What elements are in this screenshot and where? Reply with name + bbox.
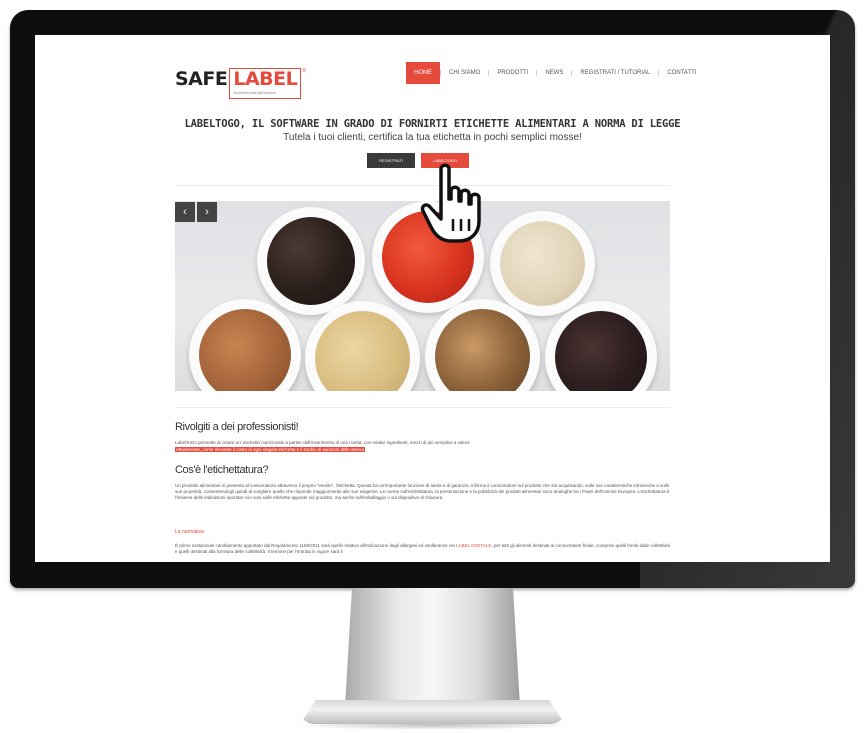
bowl-content <box>500 221 585 306</box>
logo-tagline: Nutriveterina Alimentare <box>233 90 277 95</box>
divider <box>175 407 670 408</box>
bowl-content <box>315 311 410 391</box>
bowl-content <box>555 311 647 391</box>
highlight-text: Attualmente, come rilevante il costo di … <box>175 447 366 452</box>
nav-item-registrati-tutorial[interactable]: REGISTRATI / TUTORIAL <box>572 62 658 84</box>
paragraph-intro: LabelToGo permette di creare un' etichet… <box>175 440 470 445</box>
bowl-content <box>435 309 530 391</box>
logo-label-box: LABEL Nutriveterina Alimentare <box>229 68 302 99</box>
chevron-right-icon: › <box>205 206 209 218</box>
bowl-almonds <box>189 299 301 391</box>
hero-title: LABELTOGO, IL SOFTWARE IN GRADO DI FORNI… <box>184 118 681 130</box>
bowl-content <box>267 217 355 305</box>
logo-safe-text: SAFE <box>175 68 228 90</box>
main-nav: HOME CHI SIAMO PRODOTTI NEWS REGISTRATI … <box>406 62 704 84</box>
site-logo[interactable]: SAFE LABEL Nutriveterina Alimentare ® <box>175 68 306 99</box>
hero-subtitle: Tutela i tuoi clienti, certifica la tua … <box>283 132 582 143</box>
bowl-content <box>199 309 291 391</box>
register-button[interactable]: REGISTRATI <box>367 153 415 168</box>
paragraph-etichettatura: Un prodotto alimentare si presenta al co… <box>175 483 670 500</box>
chevron-left-icon: ‹ <box>183 206 187 218</box>
heading-professionisti: Rivolgiti a dei professionisti! <box>175 421 299 433</box>
paragraph-highlight-row: Attualmente, come rilevante il costo di … <box>175 447 670 453</box>
bowl-blueberries <box>257 207 365 315</box>
logo-label-text: LABEL <box>233 68 298 90</box>
nav-item-news[interactable]: NEWS <box>537 62 571 84</box>
slider-prev-button[interactable]: ‹ <box>175 202 195 222</box>
nav-item-prodotti[interactable]: PRODOTTI <box>489 62 536 84</box>
nav-item-chi-siamo[interactable]: CHI SIAMO <box>441 62 488 84</box>
paragraph-normativa-start: È primo sostanziale cambiamento apportat… <box>175 543 455 548</box>
label-digitale-link[interactable]: LABEL DIGITALE <box>456 543 491 548</box>
browser-screen: SAFE LABEL Nutriveterina Alimentare ® HO… <box>35 35 830 562</box>
bowl-walnuts <box>425 299 540 391</box>
link-normativa[interactable]: La normativa <box>175 529 204 535</box>
hand-pointer-icon <box>420 163 481 243</box>
nav-item-home[interactable]: HOME <box>406 62 440 84</box>
monitor-stand-neck <box>345 588 520 706</box>
slider-next-button[interactable]: › <box>197 202 217 222</box>
monitor-frame: SAFE LABEL Nutriveterina Alimentare ® HO… <box>0 0 865 733</box>
logo-registered-mark: ® <box>302 68 306 74</box>
bowl-chickpeas <box>305 301 420 391</box>
bowl-beans <box>545 301 657 391</box>
bowl-rice <box>490 211 595 316</box>
paragraph-normativa: È primo sostanziale cambiamento apportat… <box>175 543 670 555</box>
nav-item-contatti[interactable]: CONTATTI <box>659 62 704 84</box>
heading-etichettatura: Cos'è l'etichettatura? <box>175 464 269 476</box>
monitor-stand-base <box>300 700 565 724</box>
